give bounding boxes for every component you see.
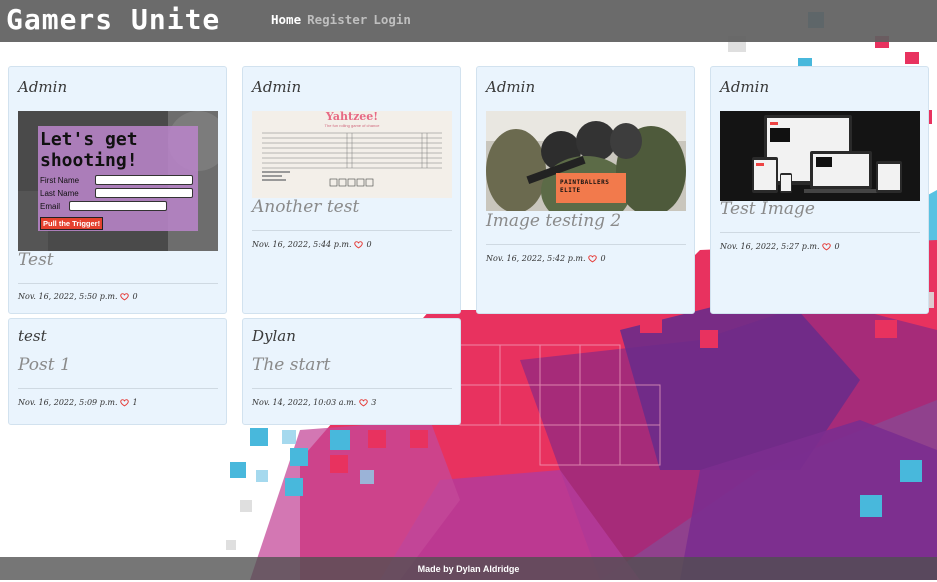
post-author: Admin	[720, 78, 770, 96]
post-meta: Nov. 16, 2022, 5:27 p.m. 0	[720, 242, 840, 251]
signup-field-last-name: Last Name	[40, 188, 198, 198]
post-title[interactable]: Test	[18, 250, 54, 270]
post-title[interactable]: Test Image	[720, 199, 815, 219]
footer-credit: Made by Dylan Aldridge	[417, 564, 520, 574]
signup-form-preview: Let's get shooting! First Name Last Name…	[40, 129, 198, 230]
like-count: 3	[371, 398, 377, 407]
top-navbar: Gamers Unite Home Register Login	[0, 0, 937, 42]
yahtzee-subheading: The fun rolling game of chance	[324, 123, 380, 128]
signup-form-heading: Let's get shooting!	[40, 129, 138, 171]
post-image	[720, 111, 920, 201]
post-meta: Nov. 16, 2022, 5:09 p.m. 1	[18, 398, 138, 407]
yahtzee-heading: Yahtzee!	[325, 111, 379, 123]
heart-outline-icon[interactable]	[120, 398, 130, 407]
divider	[18, 388, 218, 389]
post-title[interactable]: Another test	[252, 197, 359, 217]
post-image: PAINTBALLERS ELITE	[486, 111, 686, 211]
post-image: Let's get shooting! First Name Last Name…	[18, 111, 218, 251]
post-author: Admin	[252, 78, 302, 96]
post-author: Admin	[486, 78, 536, 96]
post-date: Nov. 16, 2022, 5:42 p.m.	[486, 254, 586, 263]
post-card[interactable]: test Post 1 Nov. 16, 2022, 5:09 p.m. 1	[8, 318, 227, 425]
like-count: 0	[600, 254, 606, 263]
post-meta: Nov. 16, 2022, 5:50 p.m. 0	[18, 292, 138, 301]
like-count: 0	[132, 292, 138, 301]
post-image: Yahtzee! The fun rolling game of chance	[252, 111, 452, 198]
like-count: 1	[132, 398, 138, 407]
post-meta: Nov. 14, 2022, 10:03 a.m. 3	[252, 398, 376, 407]
post-card[interactable]: Admin Test Image Nov. 16, 2022, 5:27 p.m…	[710, 66, 929, 314]
nav-link-register[interactable]: Register	[307, 12, 367, 28]
divider	[486, 244, 686, 245]
post-date: Nov. 16, 2022, 5:50 p.m.	[18, 292, 118, 301]
nav-link-home[interactable]: Home	[271, 12, 301, 28]
post-date: Nov. 14, 2022, 10:03 a.m.	[252, 398, 357, 407]
post-meta: Nov. 16, 2022, 5:42 p.m. 0	[486, 254, 606, 263]
site-brand[interactable]: Gamers Unite	[6, 2, 220, 38]
post-author: Admin	[18, 78, 68, 96]
signup-field-first-name: First Name	[40, 175, 198, 185]
post-date: Nov. 16, 2022, 5:44 p.m.	[252, 240, 352, 249]
divider	[18, 283, 218, 284]
post-author: Dylan	[252, 327, 296, 345]
heart-outline-icon[interactable]	[822, 242, 832, 251]
like-count: 0	[366, 240, 372, 249]
post-card[interactable]: Admin Yahtzee! The fun rolling game of c…	[242, 66, 461, 314]
post-title[interactable]: The start	[252, 355, 330, 375]
post-title[interactable]: Image testing 2	[486, 211, 621, 231]
signup-field-email: Email	[40, 201, 198, 211]
post-card[interactable]: Admin Let's get shooting! First Name Las…	[8, 66, 227, 314]
post-author: test	[18, 327, 47, 345]
post-date: Nov. 16, 2022, 5:27 p.m.	[720, 242, 820, 251]
post-meta: Nov. 16, 2022, 5:44 p.m. 0	[252, 240, 372, 249]
divider	[252, 230, 452, 231]
post-card[interactable]: Admin PAINTBALLERS ELITE Image testing 2…	[476, 66, 695, 314]
heart-outline-icon[interactable]	[354, 240, 364, 249]
heart-outline-icon[interactable]	[359, 398, 368, 407]
signup-submit-button: Pull the Trigger!	[40, 217, 104, 230]
paintball-caption: PAINTBALLERS ELITE	[560, 179, 610, 194]
nav-link-login[interactable]: Login	[373, 12, 411, 28]
divider	[252, 388, 452, 389]
divider	[720, 232, 920, 233]
main-nav: Home Register Login	[271, 12, 411, 28]
heart-outline-icon[interactable]	[588, 254, 598, 263]
heart-outline-icon[interactable]	[120, 292, 130, 301]
like-count: 0	[834, 242, 840, 251]
post-title[interactable]: Post 1	[18, 355, 71, 375]
post-date: Nov. 16, 2022, 5:09 p.m.	[18, 398, 118, 407]
site-footer: Made by Dylan Aldridge	[0, 557, 937, 580]
post-card[interactable]: Dylan The start Nov. 14, 2022, 10:03 a.m…	[242, 318, 461, 425]
